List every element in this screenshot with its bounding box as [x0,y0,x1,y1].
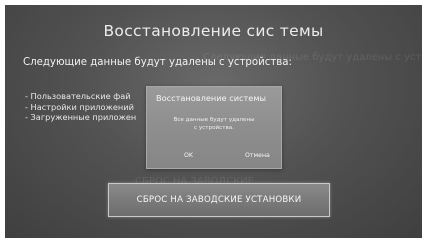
list-item: - Пользовательские фай [25,91,131,101]
list-item: - Настройки приложений [25,101,134,112]
cancel-button[interactable]: Отмена [245,152,270,159]
dialog-message: Все данные будут удалены с устройства. [173,117,255,131]
dialog-title: Восстановление системы [156,93,266,103]
list-item: - Загруженные приложен [25,112,137,122]
factory-reset-button[interactable]: СБРОС НА ЗАВОДСКИЕ УСТАНОВКИ [108,183,330,217]
subtitle: Следующие данные будут удалены с устройс… [23,57,292,68]
ok-button[interactable]: OK [184,152,193,159]
page-title: Восстановление сис темы [103,22,324,40]
deleted-data-list: - Пользовательские фай - Настройки прило… [25,91,136,123]
confirm-dialog: Восстановление системы Все данные будут … [146,86,282,169]
tv-screen: Восстановление сис темы Следующие данные… [5,5,422,238]
